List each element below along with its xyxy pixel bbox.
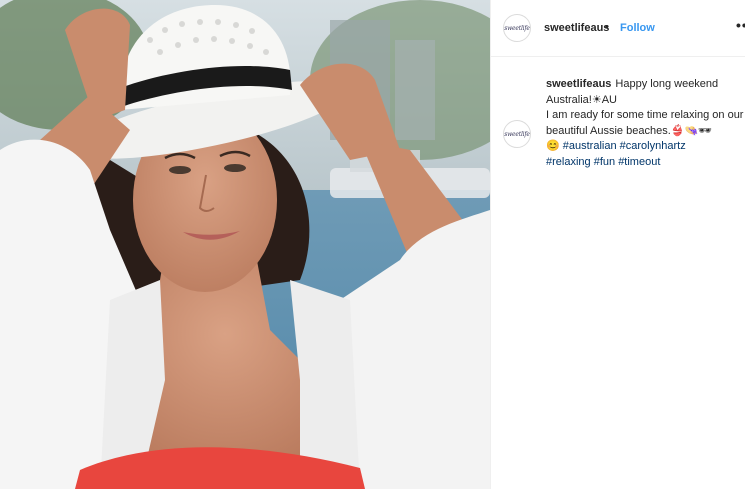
hashtag-carolynhartz[interactable]: #carolynhartz [620, 140, 686, 152]
hashtag-australian[interactable]: #australian [563, 140, 617, 152]
caption-username[interactable]: sweetlifeaus [546, 78, 611, 90]
beach-emojis-icon: 👙👒🕶 [670, 124, 713, 137]
caption-line2: I am ready for some time relaxing on our… [546, 109, 744, 137]
post-photo[interactable] [0, 0, 490, 489]
post-header: sweetlife sweetlifeaus • Follow ••• [491, 0, 745, 57]
caption-avatar[interactable]: sweetlife [503, 120, 531, 148]
avatar-logo-text: sweetlife [504, 24, 530, 32]
profile-avatar[interactable]: sweetlife [503, 14, 531, 42]
follow-button[interactable]: Follow [620, 22, 655, 34]
hashtag-relaxing[interactable]: #relaxing [546, 156, 591, 168]
smile-emoji-icon: 😊 [546, 140, 560, 152]
sun-au-emoji-icon: ☀AU [591, 93, 618, 106]
caption-avatar-logo-text: sweetlife [504, 130, 530, 138]
post-side-panel: sweetlife sweetlifeaus • Follow ••• swee… [490, 0, 745, 489]
hashtag-timeout[interactable]: #timeout [618, 156, 660, 168]
header-username[interactable]: sweetlifeaus [544, 22, 609, 34]
hashtag-fun[interactable]: #fun [594, 156, 615, 168]
photo-illustration [0, 0, 490, 489]
more-options-icon[interactable]: ••• [736, 17, 745, 33]
separator-dot: • [605, 21, 609, 33]
post-caption: sweetlifeaus Happy long weekend Australia… [546, 77, 744, 170]
